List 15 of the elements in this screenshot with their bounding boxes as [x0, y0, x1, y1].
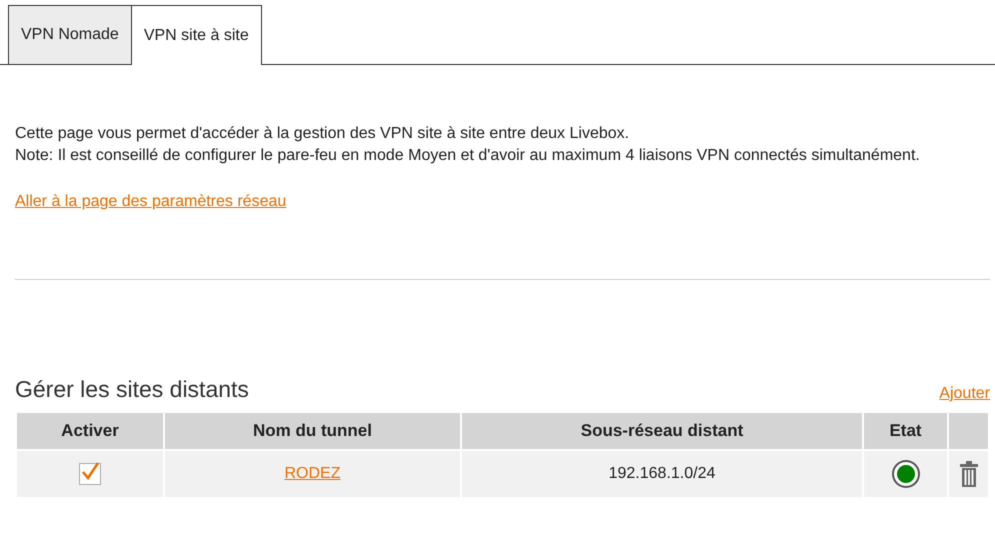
column-header: Sous-réseau distant	[462, 413, 862, 449]
checkbox[interactable]	[79, 463, 101, 485]
tab[interactable]: VPN site à site	[130, 5, 262, 65]
column-header: Etat	[864, 413, 947, 449]
intro-text: Cette page vous permet d'accéder à la gestion des VPN site à site entre deux Livebox.	[15, 124, 630, 144]
add-link[interactable]: Ajouter	[939, 385, 990, 403]
column-header: Nom du tunnel	[165, 413, 460, 449]
trash-icon[interactable]	[958, 461, 978, 487]
column-header: Activer	[17, 413, 163, 449]
section-title: Gérer les sites distants	[15, 376, 249, 403]
note-text: Note: Il est conseillé de configurer le pare-feu en mode Moyen et d'avoir au maximum 4 liaisons VPN connectés simultanément.	[15, 146, 921, 166]
tab[interactable]: VPN Nomade	[8, 5, 131, 64]
table-cell: 192.168.1.0/24	[462, 451, 862, 497]
network-settings-link[interactable]: Aller à la page des paramètres réseau	[15, 193, 286, 211]
tunnel-link[interactable]: RODEZ	[284, 465, 340, 482]
